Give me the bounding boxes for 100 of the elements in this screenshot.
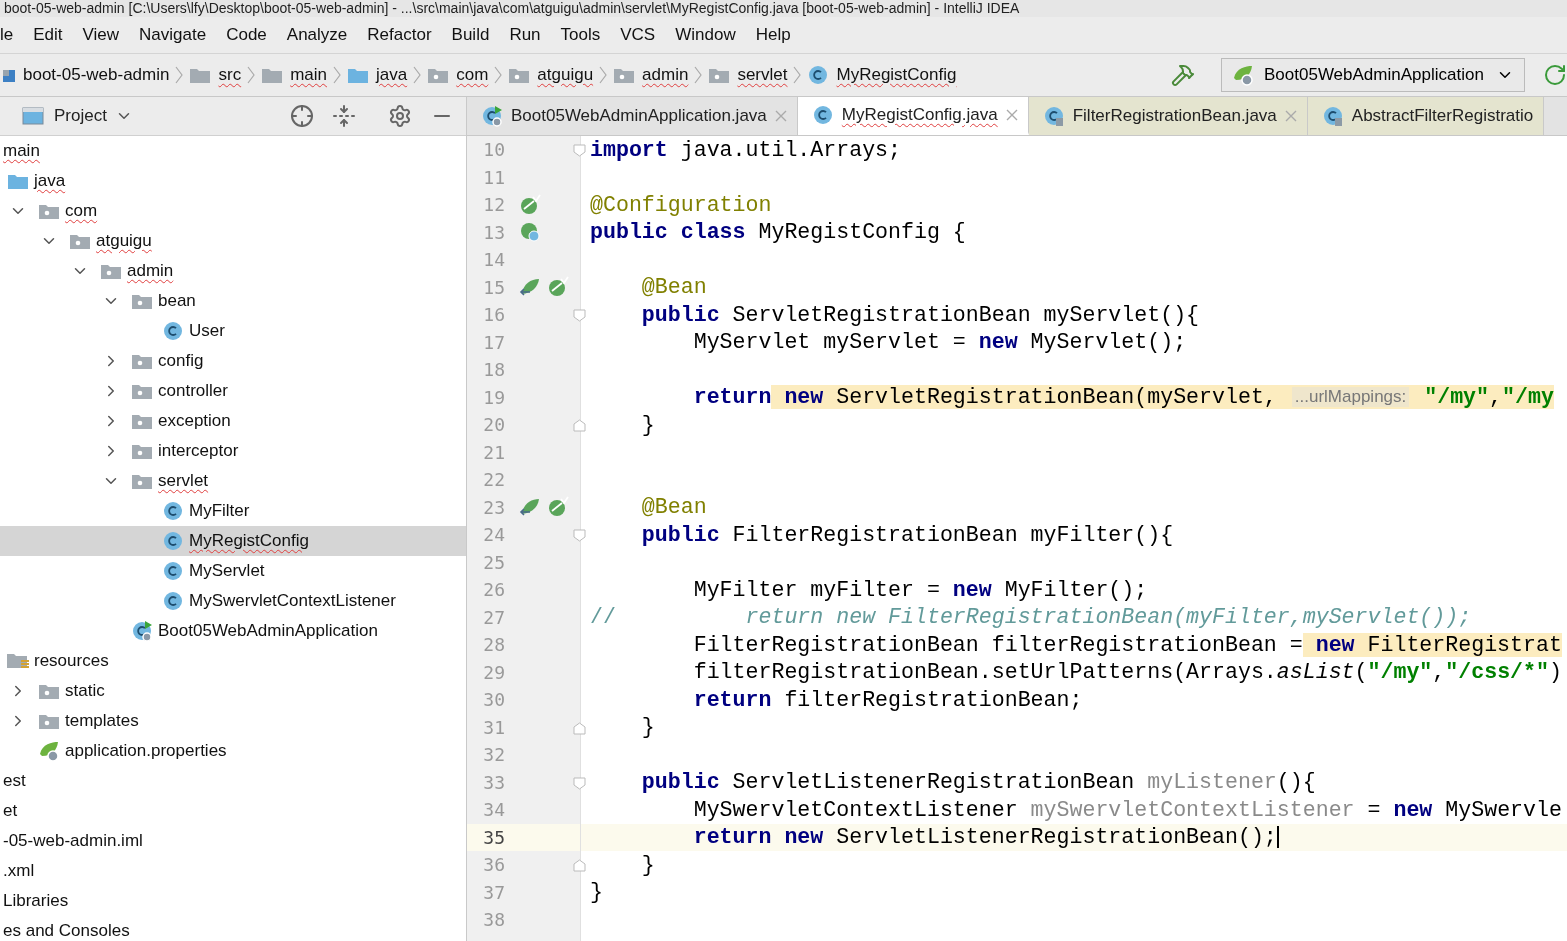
line-number: 35 — [482, 826, 506, 848]
settings-icon[interactable] — [388, 104, 412, 128]
tree-item[interactable]: MyServlet — [0, 556, 466, 586]
class-icon — [162, 560, 184, 582]
package-icon — [427, 66, 450, 84]
tree-item[interactable]: config — [0, 346, 466, 376]
line-number: 10 — [482, 139, 506, 161]
tree-item[interactable]: bean — [0, 286, 466, 316]
line-number: 20 — [482, 414, 506, 436]
tree-item[interactable]: et — [0, 796, 466, 826]
menu-item[interactable]: Code — [226, 25, 267, 45]
breadcrumb-item[interactable]: src — [189, 65, 242, 85]
tree-item[interactable]: est — [0, 766, 466, 796]
tree-item[interactable]: resources — [0, 646, 466, 676]
menu-item[interactable]: Build — [451, 25, 490, 45]
breadcrumb-item[interactable]: atguigu — [508, 65, 594, 85]
editor-tab[interactable]: MyRegistConfig.java — [797, 97, 1029, 135]
code-line: import java.util.Arrays; — [590, 137, 902, 162]
code-line: public ServletListenerRegistrationBean myListener(){ — [640, 770, 1316, 795]
breadcrumb-item[interactable]: servlet — [708, 65, 788, 85]
menu-item[interactable]: Help — [755, 25, 791, 45]
package-icon — [69, 232, 91, 250]
menu-item[interactable]: Refactor — [367, 25, 432, 45]
tree-item[interactable]: MyFilter — [0, 496, 466, 526]
text-caret — [1276, 826, 1279, 849]
tree-item[interactable]: .xml — [0, 856, 466, 886]
line-number: 31 — [482, 716, 506, 738]
spring-class-icon — [481, 105, 503, 127]
line-number: 24 — [482, 524, 506, 546]
tree-item[interactable]: servlet — [0, 466, 466, 496]
chevron-icon — [494, 66, 503, 84]
build-hammer-icon[interactable] — [1171, 63, 1195, 87]
tree-item[interactable]: es and Consoles — [0, 916, 466, 941]
tree-item[interactable]: atguigu — [0, 226, 466, 256]
bean-icon[interactable] — [519, 193, 541, 216]
tree-item[interactable]: admin — [0, 256, 466, 286]
bean-class-icon[interactable] — [519, 221, 541, 244]
tree-item[interactable]: User — [0, 316, 466, 346]
breadcrumb-item[interactable]: MyRegistConfig — [807, 64, 957, 86]
menu-item[interactable]: Tools — [560, 25, 601, 45]
close-icon[interactable] — [1005, 108, 1018, 121]
editor-tab[interactable]: AbstractFilterRegistratio — [1307, 97, 1545, 135]
editor-tab[interactable]: FilterRegistrationBean.java — [1028, 97, 1308, 135]
tree-item[interactable]: Boot05WebAdminApplication — [0, 616, 466, 646]
locate-icon[interactable] — [290, 104, 314, 128]
rerun-icon[interactable] — [1543, 63, 1567, 87]
tree-item[interactable]: java — [0, 166, 466, 196]
line-number: 11 — [482, 166, 506, 188]
line-number: 21 — [482, 441, 506, 463]
package-icon — [708, 66, 731, 84]
menu-item[interactable]: Navigate — [139, 25, 207, 45]
line-number: 12 — [482, 194, 506, 216]
tree-item[interactable]: application.properties — [0, 736, 466, 766]
breadcrumb-item[interactable]: admin — [613, 65, 689, 85]
menu-item[interactable]: Analyze — [286, 25, 348, 45]
code-line: @Bean — [640, 275, 707, 300]
tree-item[interactable]: Libraries — [0, 886, 466, 916]
tree-item[interactable]: main — [0, 136, 466, 166]
breadcrumb-item[interactable]: main — [261, 65, 327, 85]
line-number: 38 — [482, 909, 506, 931]
menu-item[interactable]: VCS — [620, 25, 656, 45]
tree-item[interactable]: interceptor — [0, 436, 466, 466]
line-number: 26 — [482, 579, 506, 601]
code-line: public ServletRegistrationBean myServlet(){ — [640, 302, 1200, 327]
spring-class-icon — [131, 620, 153, 642]
collapse-all-icon[interactable] — [332, 104, 356, 128]
breadcrumb-item[interactable]: java — [347, 65, 408, 85]
bean-icon[interactable] — [547, 276, 569, 299]
tree-item[interactable]: exception — [0, 406, 466, 436]
tree-item[interactable]: controller — [0, 376, 466, 406]
panel-icon — [22, 107, 44, 125]
package-icon — [508, 66, 531, 84]
resources-folder-icon — [7, 651, 31, 671]
line-number: 13 — [482, 221, 506, 243]
package-icon — [131, 412, 153, 430]
code-line: return filterRegistrationBean; — [692, 687, 1083, 712]
tree-item[interactable]: templates — [0, 706, 466, 736]
tree-item[interactable]: com — [0, 196, 466, 226]
class-icon — [807, 64, 830, 86]
menu-item[interactable]: le — [0, 25, 14, 45]
code-line: MyServlet myServlet = new MyServlet(); — [692, 330, 1187, 355]
tree-item[interactable]: MyRegistConfig — [0, 526, 466, 556]
bean-icon[interactable] — [547, 496, 569, 519]
breadcrumb-item[interactable]: boot-05-web-admin — [2, 65, 170, 85]
menu-item[interactable]: Edit — [33, 25, 63, 45]
run-configuration-dropdown[interactable]: Boot05WebAdminApplication — [1221, 58, 1525, 92]
line-number: 16 — [482, 304, 506, 326]
tree-item[interactable]: MySwervletContextListener — [0, 586, 466, 616]
project-view-dropdown[interactable]: Project — [54, 106, 133, 126]
menu-item[interactable]: Run — [509, 25, 541, 45]
folder-icon — [347, 66, 369, 84]
tree-item[interactable]: -05-web-admin.iml — [0, 826, 466, 856]
code-line: MySwervletContextListener mySwervletContextListener = new MySwervle — [692, 797, 1562, 822]
code-line: @Configuration — [590, 192, 772, 217]
menu-item[interactable]: Window — [675, 25, 736, 45]
tree-item[interactable]: static — [0, 676, 466, 706]
breadcrumb-item[interactable]: com — [427, 65, 489, 85]
line-number: 33 — [482, 771, 506, 793]
class-icon — [1321, 105, 1344, 127]
menu-item[interactable]: View — [82, 25, 120, 45]
